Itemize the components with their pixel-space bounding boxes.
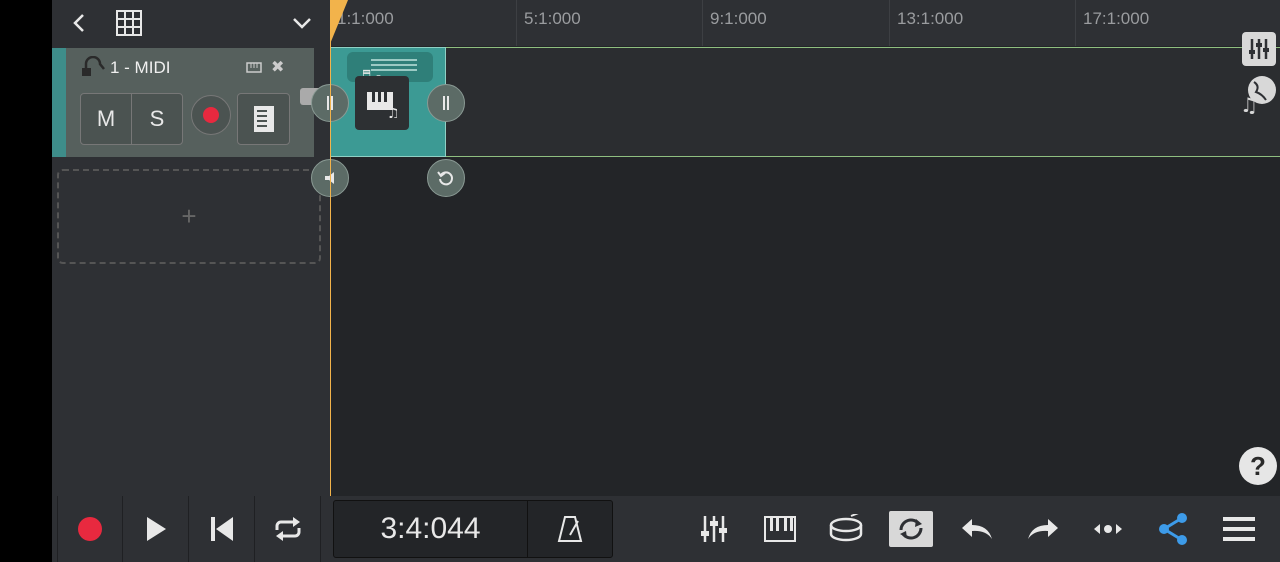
time-display[interactable]: 3:4:044 <box>333 500 613 558</box>
track-card[interactable]: 1 - MIDI ✖ M S <box>52 48 314 157</box>
track-toolbar <box>52 0 330 46</box>
ruler-marker: 13:1:000 <box>889 0 963 46</box>
instrument-button[interactable] <box>237 93 290 145</box>
loop-button[interactable] <box>255 496 321 562</box>
playhead-marker[interactable] <box>330 0 348 44</box>
dots-arrows-icon <box>1094 524 1122 534</box>
track-column: 1 - MIDI ✖ M S + <box>52 0 330 496</box>
drag-handle-icon <box>443 96 449 110</box>
piano-button[interactable] <box>760 509 800 549</box>
clip-right-handle[interactable] <box>427 84 465 122</box>
loops-button[interactable] <box>889 511 933 547</box>
menu-button[interactable] <box>1219 509 1259 549</box>
piano-roll-icon <box>253 106 274 132</box>
time-value[interactable]: 3:4:044 <box>334 501 528 557</box>
ruler-marker: 17:1:000 <box>1075 0 1149 46</box>
track-lane[interactable] <box>330 47 1280 157</box>
piano-icon <box>764 516 796 542</box>
svg-text:♫: ♫ <box>1240 93 1258 114</box>
mixer-button[interactable] <box>694 509 734 549</box>
globe-music-icon[interactable]: ♫ <box>1240 74 1278 119</box>
share-button[interactable] <box>1153 509 1193 549</box>
grid-icon[interactable] <box>114 8 144 38</box>
clip-loop-handle[interactable] <box>427 159 465 197</box>
ruler-marker: 9:1:000 <box>702 0 767 46</box>
transport-bar: 3:4:044 <box>52 496 1280 562</box>
more-options-button[interactable] <box>1088 509 1128 549</box>
drum-icon <box>829 514 863 542</box>
solo-button[interactable]: S <box>131 94 182 144</box>
drum-button[interactable] <box>826 509 866 549</box>
play-button[interactable] <box>123 496 189 562</box>
redo-icon <box>1028 519 1058 539</box>
add-track-button[interactable]: + <box>57 169 321 264</box>
record-icon <box>78 517 102 541</box>
svg-text:♫: ♫ <box>387 106 399 118</box>
playhead-line <box>330 0 331 496</box>
undo-button[interactable] <box>957 509 997 549</box>
chevron-left-icon[interactable] <box>64 8 94 38</box>
metronome-button[interactable] <box>528 501 612 557</box>
undo-icon <box>962 519 992 539</box>
redo-button[interactable] <box>1023 509 1063 549</box>
lock-icon[interactable] <box>80 55 106 83</box>
mute-solo-group: M S <box>80 93 183 145</box>
hamburger-menu-icon <box>1223 517 1255 541</box>
mixer-icon[interactable] <box>1242 32 1276 66</box>
track-color-strip <box>52 48 66 157</box>
skip-back-icon <box>210 517 233 541</box>
timeline-ruler[interactable]: 1:1:000 5:1:000 9:1:000 13:1:000 17:1:00… <box>330 0 1280 46</box>
chevron-down-icon[interactable] <box>287 8 317 38</box>
record-arm-button[interactable] <box>191 95 231 135</box>
record-button[interactable] <box>57 496 123 562</box>
rewind-to-start-button[interactable] <box>189 496 255 562</box>
loop-icon <box>275 517 300 541</box>
record-dot-icon <box>203 107 219 123</box>
sliders-icon <box>701 516 727 542</box>
mute-button[interactable]: M <box>81 94 131 144</box>
help-button[interactable]: ? <box>1239 447 1277 485</box>
close-icon[interactable]: ✖ <box>271 57 284 77</box>
daw-app: 1 - MIDI ✖ M S + 1:1:000 5:1:000 9:1:000… <box>52 0 1280 562</box>
metronome-icon <box>557 516 583 542</box>
ruler-marker: 5:1:000 <box>516 0 581 46</box>
share-icon <box>1159 513 1187 545</box>
play-icon <box>146 517 166 541</box>
keyboard-icon[interactable] <box>246 60 262 78</box>
rotate-icon <box>437 171 453 186</box>
piano-clip-icon: ♫ <box>355 76 409 130</box>
track-name[interactable]: 1 - MIDI <box>110 58 170 78</box>
loop-browser-icon <box>899 518 923 540</box>
